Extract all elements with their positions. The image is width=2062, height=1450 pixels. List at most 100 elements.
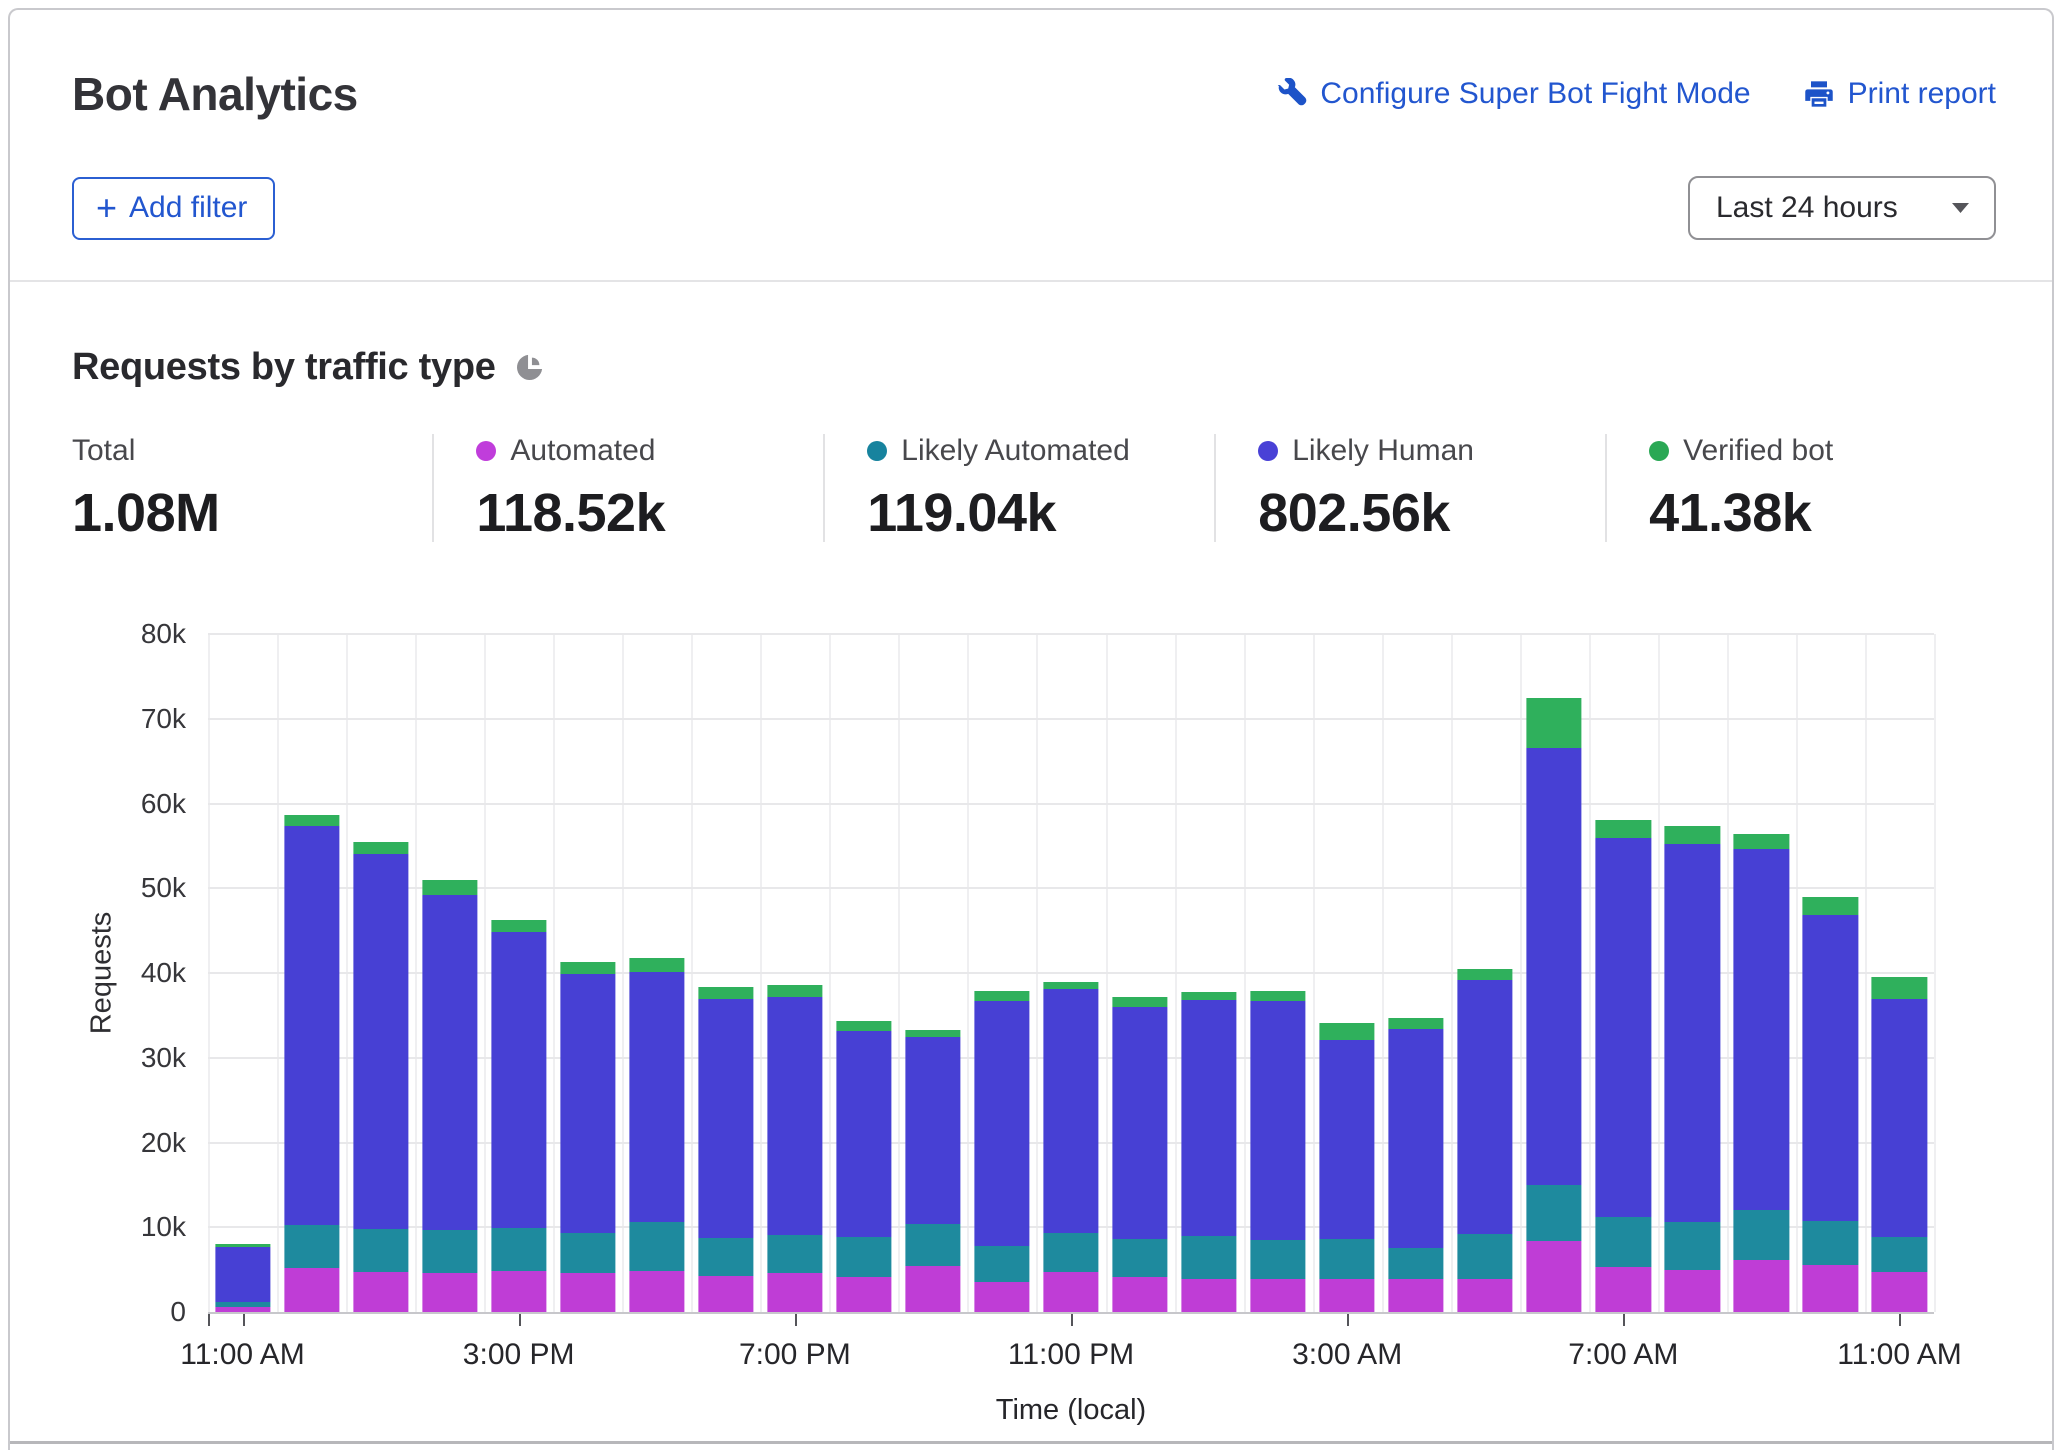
- bar-segment-likely-human[interactable]: [1664, 844, 1720, 1223]
- stacked-bar[interactable]: [352, 841, 409, 1312]
- bar-segment-automated[interactable]: [1664, 1269, 1720, 1312]
- bar-segment-automated[interactable]: [1112, 1276, 1168, 1313]
- bar-segment-likely-human[interactable]: [560, 973, 616, 1234]
- bar-segment-likely-human[interactable]: [422, 895, 478, 1230]
- bar-segment-likely-automated[interactable]: [1112, 1239, 1168, 1277]
- bar-segment-likely-automated[interactable]: [698, 1238, 754, 1276]
- bar-segment-likely-human[interactable]: [1112, 1006, 1168, 1240]
- bar-segment-likely-human[interactable]: [1526, 748, 1582, 1185]
- bar-segment-likely-human[interactable]: [629, 971, 685, 1222]
- stacked-bar[interactable]: [905, 1029, 961, 1312]
- bar-segment-likely-human[interactable]: [1250, 1000, 1306, 1240]
- bar-segment-likely-automated[interactable]: [352, 1228, 409, 1273]
- stacked-bar[interactable]: [836, 1021, 892, 1312]
- bar-segment-likely-human[interactable]: [1733, 849, 1789, 1211]
- stacked-bar[interactable]: [1250, 990, 1306, 1312]
- stacked-bar[interactable]: [1802, 896, 1859, 1312]
- bar-segment-likely-human[interactable]: [905, 1037, 961, 1224]
- bar-segment-likely-automated[interactable]: [1664, 1222, 1720, 1270]
- stacked-bar[interactable]: [283, 815, 340, 1312]
- bar-segment-automated[interactable]: [1595, 1267, 1651, 1312]
- bar-segment-likely-human[interactable]: [836, 1030, 892, 1237]
- bar-segment-verified-bot[interactable]: [1595, 820, 1651, 839]
- bar-segment-automated[interactable]: [698, 1275, 754, 1312]
- add-filter-button[interactable]: + Add filter: [72, 176, 276, 240]
- bar-segment-likely-automated[interactable]: [1871, 1237, 1928, 1272]
- bar-segment-verified-bot[interactable]: [560, 961, 616, 974]
- stacked-bar[interactable]: [560, 961, 616, 1312]
- bar-segment-likely-automated[interactable]: [836, 1237, 892, 1277]
- bar-segment-likely-automated[interactable]: [1733, 1210, 1789, 1261]
- bar-segment-likely-human[interactable]: [1181, 1000, 1237, 1236]
- bar-segment-automated[interactable]: [974, 1281, 1030, 1312]
- bar-segment-likely-human[interactable]: [1319, 1040, 1375, 1239]
- bar-segment-verified-bot[interactable]: [1664, 825, 1720, 845]
- bar-segment-automated[interactable]: [1733, 1260, 1789, 1312]
- bar-segment-likely-human[interactable]: [1595, 838, 1651, 1218]
- bar-segment-verified-bot[interactable]: [1043, 982, 1099, 990]
- bar-segment-automated[interactable]: [1319, 1278, 1375, 1312]
- bar-segment-likely-human[interactable]: [352, 854, 409, 1229]
- bar-segment-verified-bot[interactable]: [283, 815, 340, 827]
- bar-segment-likely-automated[interactable]: [422, 1229, 478, 1273]
- bar-segment-likely-automated[interactable]: [1250, 1239, 1306, 1279]
- print-report-link[interactable]: Print report: [1803, 77, 1996, 111]
- stacked-bar[interactable]: [1043, 982, 1099, 1312]
- bar-segment-verified-bot[interactable]: [1181, 991, 1237, 1001]
- bar-segment-automated[interactable]: [1388, 1278, 1444, 1312]
- bar-segment-verified-bot[interactable]: [1250, 990, 1306, 1001]
- bar-segment-likely-human[interactable]: [698, 999, 754, 1239]
- bar-segment-likely-automated[interactable]: [491, 1227, 547, 1271]
- bar-segment-verified-bot[interactable]: [352, 841, 409, 855]
- bar-segment-verified-bot[interactable]: [1319, 1023, 1375, 1041]
- bar-segment-likely-automated[interactable]: [1319, 1238, 1375, 1279]
- stacked-bar[interactable]: [491, 919, 547, 1313]
- configure-super-bot-fight-mode-link[interactable]: Configure Super Bot Fight Mode: [1275, 77, 1751, 111]
- bar-segment-likely-automated[interactable]: [1802, 1221, 1859, 1266]
- bar-segment-likely-human[interactable]: [1802, 914, 1859, 1222]
- stacked-bar[interactable]: [1733, 834, 1789, 1312]
- stacked-bar[interactable]: [1112, 996, 1168, 1313]
- bar-segment-automated[interactable]: [1181, 1279, 1237, 1312]
- bar-segment-verified-bot[interactable]: [1457, 968, 1513, 980]
- stacked-bar[interactable]: [767, 984, 823, 1312]
- bar-segment-likely-human[interactable]: [283, 826, 340, 1225]
- bar-segment-verified-bot[interactable]: [767, 984, 823, 997]
- stacked-bar[interactable]: [1595, 820, 1651, 1312]
- stacked-bar[interactable]: [1388, 1017, 1444, 1312]
- bar-segment-automated[interactable]: [767, 1273, 823, 1312]
- bar-segment-automated[interactable]: [1802, 1265, 1859, 1312]
- bar-segment-likely-automated[interactable]: [560, 1233, 616, 1273]
- bar-segment-likely-automated[interactable]: [629, 1221, 685, 1271]
- bar-segment-likely-automated[interactable]: [767, 1234, 823, 1274]
- bar-segment-likely-human[interactable]: [491, 932, 547, 1228]
- bar-segment-likely-automated[interactable]: [1388, 1247, 1444, 1279]
- bar-segment-verified-bot[interactable]: [1112, 996, 1168, 1007]
- stacked-bar[interactable]: [1181, 991, 1237, 1312]
- bar-segment-verified-bot[interactable]: [1871, 977, 1928, 1000]
- bar-segment-automated[interactable]: [1526, 1241, 1582, 1312]
- bar-segment-automated[interactable]: [560, 1273, 616, 1312]
- stacked-bar[interactable]: [1526, 698, 1582, 1312]
- bar-segment-likely-human[interactable]: [214, 1246, 271, 1302]
- bar-segment-likely-automated[interactable]: [1043, 1233, 1099, 1273]
- bar-segment-verified-bot[interactable]: [974, 991, 1030, 1002]
- bar-segment-automated[interactable]: [1457, 1278, 1513, 1312]
- bar-segment-automated[interactable]: [283, 1267, 340, 1312]
- bar-segment-likely-automated[interactable]: [1181, 1235, 1237, 1280]
- bar-segment-verified-bot[interactable]: [629, 958, 685, 972]
- bar-segment-verified-bot[interactable]: [1802, 896, 1859, 915]
- stacked-bar[interactable]: [1319, 1023, 1375, 1312]
- bar-segment-likely-human[interactable]: [767, 996, 823, 1235]
- bar-segment-automated[interactable]: [214, 1306, 271, 1312]
- bar-segment-likely-human[interactable]: [974, 1001, 1030, 1247]
- bar-segment-automated[interactable]: [491, 1270, 547, 1313]
- bar-segment-likely-automated[interactable]: [974, 1246, 1030, 1282]
- stacked-bar[interactable]: [698, 987, 754, 1312]
- bar-segment-likely-automated[interactable]: [1526, 1184, 1582, 1242]
- bar-segment-likely-human[interactable]: [1457, 979, 1513, 1235]
- bar-segment-likely-automated[interactable]: [905, 1223, 961, 1267]
- stacked-bar[interactable]: [422, 879, 478, 1312]
- bar-segment-likely-human[interactable]: [1043, 989, 1099, 1234]
- bar-segment-verified-bot[interactable]: [836, 1021, 892, 1031]
